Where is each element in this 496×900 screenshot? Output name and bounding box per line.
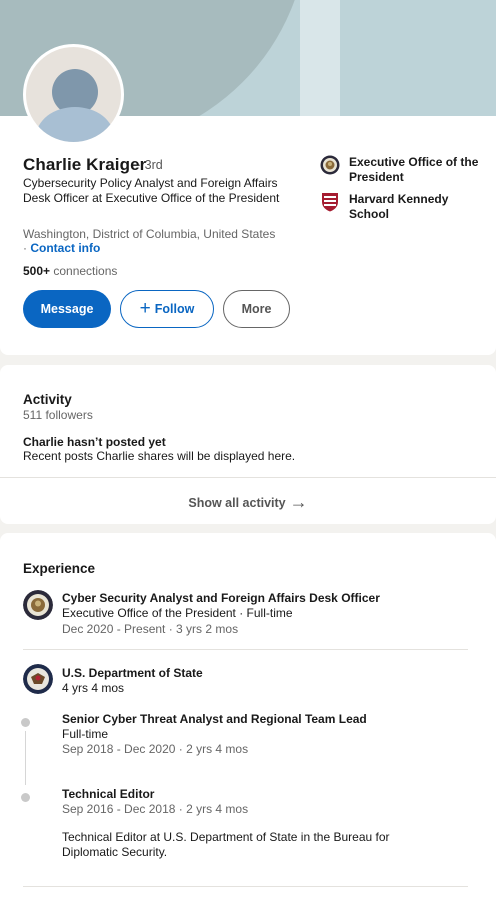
role-title-2[interactable]: Technical Editor <box>62 787 154 801</box>
experience-duration-2: 4 yrs 4 mos <box>62 681 125 695</box>
divider <box>23 886 468 887</box>
profile-headline: Cybersecurity Policy Analyst and Foreign… <box>23 176 280 205</box>
follow-label: Follow <box>154 302 195 316</box>
org-label: Harvard Kennedy School <box>349 192 449 221</box>
experience-dates-1: Dec 2020 - Present · 3 yrs 2 mos <box>62 622 239 636</box>
connection-degree: · 3rd <box>137 158 163 172</box>
role-dates-1: Sep 2018 - Dec 2020 · 2 yrs 4 mos <box>62 742 249 756</box>
harvard-shield-icon <box>322 193 338 212</box>
profile-card: Charlie Kraiger · 3rd Cybersecurity Poli… <box>0 0 496 355</box>
activity-title: Activity <box>23 392 72 407</box>
plus-icon: + <box>139 298 151 319</box>
experience-company-1: Executive Office of the President · Full… <box>62 606 293 620</box>
activity-empty-title: Charlie hasn’t posted yet <box>23 435 166 449</box>
org-label: Executive Office of the President <box>349 155 479 184</box>
connections-number: 500+ <box>23 264 51 278</box>
state-department-seal-icon[interactable] <box>23 664 53 694</box>
experience-company-2[interactable]: U.S. Department of State <box>62 666 203 680</box>
followers-count: 511 followers <box>23 408 93 422</box>
divider <box>23 649 468 650</box>
timeline-dot <box>21 793 30 802</box>
show-all-activity-button[interactable]: Show all activity → <box>0 491 496 512</box>
timeline-line <box>25 731 26 785</box>
role-type-1: Full-time <box>62 727 109 741</box>
contact-info-link[interactable]: Contact info <box>30 241 100 255</box>
avatar[interactable] <box>23 44 124 145</box>
profile-name: Charlie Kraiger <box>23 155 147 174</box>
presidential-seal-icon[interactable] <box>23 590 53 620</box>
more-button[interactable]: More <box>223 290 290 328</box>
role-title-1[interactable]: Senior Cyber Threat Analyst and Regional… <box>62 712 367 726</box>
activity-card: Activity 511 followers Charlie hasn’t po… <box>0 365 496 524</box>
experience-title: Experience <box>23 561 96 576</box>
presidential-seal-icon <box>320 155 340 175</box>
arrow-right-icon: → <box>289 492 308 512</box>
connections-label: connections <box>50 264 118 278</box>
profile-location: Washington, District of Columbia, United… <box>23 227 276 241</box>
contact-info: · Contact info <box>23 241 100 255</box>
experience-card: Experience Cyber Security Analyst and Fo… <box>0 533 496 900</box>
role-dates-2: Sep 2016 - Dec 2018 · 2 yrs 4 mos <box>62 802 249 816</box>
role-description-2: Technical Editor at U.S. Department of S… <box>62 830 390 859</box>
divider <box>0 477 496 478</box>
activity-empty-subtitle: Recent posts Charlie shares will be disp… <box>23 449 296 463</box>
connections-count[interactable]: 500+ connections <box>23 264 117 278</box>
follow-button[interactable]: + Follow <box>120 290 214 328</box>
show-all-label: Show all activity <box>188 496 286 510</box>
experience-title-1[interactable]: Cyber Security Analyst and Foreign Affai… <box>62 591 380 605</box>
timeline-dot <box>21 718 30 727</box>
message-button[interactable]: Message <box>23 290 111 328</box>
